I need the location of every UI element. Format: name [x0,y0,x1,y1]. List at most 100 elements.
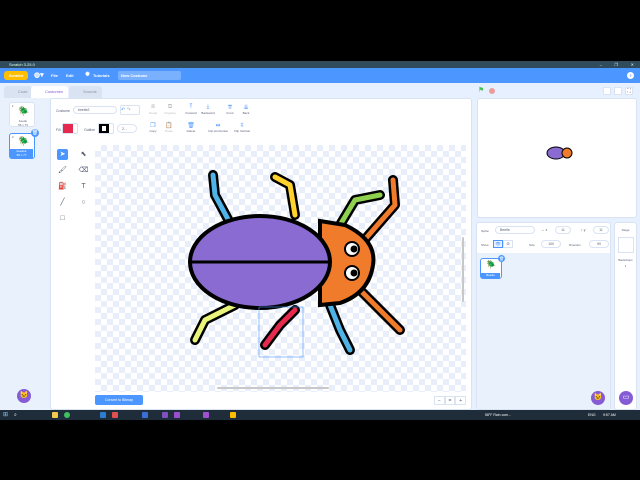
beetle-thumbnail: 🪲 [18,136,30,146]
minimize-button[interactable]: – [600,61,602,68]
choose-sprite-button[interactable]: 🐱 [591,391,605,405]
beetle-drawing [188,170,464,389]
flip-horizontal-button[interactable]: ⇹ Flip Horizontal [205,122,231,133]
menu-edit[interactable]: Edit [66,73,74,78]
outline-width-input[interactable]: 2... [117,124,137,133]
sprite-item[interactable]: 🪲 Beetle 🗑 [480,255,505,279]
eraser-tool[interactable]: ⌫ [78,165,89,176]
help-icon[interactable]: ? [627,72,634,79]
tab-label: Sounds [83,89,97,94]
weather[interactable]: 58°F Rain com... [485,410,511,420]
rectangle-tool[interactable]: □ [57,213,68,224]
clock[interactable]: 9:57 AM [603,410,616,420]
start-icon[interactable]: ⊞ [3,410,8,420]
fill-tool[interactable]: ⛽ [57,181,68,192]
sprite-list: 🪲 Beetle 🗑 🐱 [477,253,610,409]
app-icon[interactable] [142,412,148,418]
costume-size: 56 x 73 [18,123,28,127]
sprite-name: Beetle [481,273,500,278]
group-button[interactable]: ⧈ Group [146,104,160,115]
x-input[interactable]: 11 [555,226,571,234]
brush-tool[interactable]: 🖌 [57,165,68,176]
costume-index: 1 [12,104,14,108]
undo-redo: ↶ ↷ [120,105,140,115]
app-icon[interactable] [112,412,118,418]
stop-icon[interactable] [489,88,495,94]
undo-icon[interactable]: ↶ [121,107,125,113]
tab-sounds[interactable]: Sounds [69,86,102,98]
show-label: Show [481,243,489,247]
backdrop-thumbnail [618,237,634,253]
flip-vertical-button[interactable]: ⇳ Flip Vertical [231,122,253,133]
delete-costume-icon[interactable]: 🗑 [31,129,39,137]
backward-button[interactable]: ⤓ Backward [199,104,217,115]
app-icon[interactable] [100,412,106,418]
tab-costumes[interactable]: Costumes [31,86,68,98]
paste-button[interactable]: 📋 Paste [162,122,176,133]
zoom-in-button[interactable]: + [455,396,467,405]
y-label: ↕ y [581,228,586,232]
zoom-out-button[interactable]: − [434,396,445,405]
convert-to-bitmap-button[interactable]: Convert to Bitmap [95,395,143,405]
circle-tool[interactable]: ○ [78,197,89,208]
green-flag-icon[interactable]: ⚑ [478,87,484,94]
stage[interactable] [477,98,637,218]
language-indicator[interactable]: ENG [588,410,596,420]
delete-sprite-icon[interactable]: 🗑 [498,255,505,262]
choose-costume-button[interactable]: 🐱 [17,389,31,403]
taskbar: ⊞ ⌕ 58°F Rain com... ENG 9:57 AM [0,410,640,420]
window-titlebar: Scratch 3.25.0 – ❐ ✕ [0,61,640,68]
forward-button[interactable]: ⤒ Forward [183,104,199,115]
costume-label: Costume [56,109,71,113]
fill-color-picker[interactable] [62,123,78,134]
app-icon[interactable] [203,412,209,418]
menu-tutorials[interactable]: Tutorials [93,73,110,78]
back-button[interactable]: ⇊ Back [239,104,253,115]
front-button[interactable]: ⇈ Front [223,104,237,115]
show-visible-button[interactable]: 👁 [493,240,503,248]
copy-button[interactable]: ❐ Copy [146,122,160,133]
zoom-controls: − = + [434,396,467,405]
visual-studio-icon[interactable] [162,412,168,418]
delete-button[interactable]: 🗑 Delete [183,122,199,133]
outline-color-picker[interactable] [98,123,114,134]
reshape-tool[interactable]: ⬉ [78,149,89,160]
menu-file[interactable]: File [51,73,58,78]
globe-icon[interactable]: ◍▾ [34,71,44,80]
small-stage-button[interactable] [603,87,611,95]
scratch-logo[interactable]: Scratch [4,71,28,80]
text-tool[interactable]: T [78,181,89,192]
beetle-sprite[interactable] [544,139,576,167]
line-tool[interactable]: ╱ [57,197,68,208]
large-stage-button[interactable] [614,87,622,95]
zoom-reset-button[interactable]: = [444,396,456,405]
lightbulb-icon: ✹ [85,72,91,78]
stage-selector[interactable]: Stage Backdrops 1 ▭ [614,222,637,410]
fullscreen-button[interactable]: ⛶ [625,87,633,95]
tab-code[interactable]: Code [4,86,32,98]
app-icon[interactable] [174,412,180,418]
scratch-taskbar-icon[interactable] [230,412,236,418]
redo-icon[interactable]: ↷ [127,107,131,113]
sprite-label: Sprite [481,229,489,233]
size-input[interactable]: 100 [541,240,561,248]
project-title-input[interactable]: New Costume [118,71,181,80]
chrome-icon[interactable] [64,412,70,418]
select-tool[interactable]: ➤ [57,149,68,160]
paint-canvas[interactable] [95,145,466,392]
costume-item-selected[interactable]: 2 🪲 beetle2 56 x 77 🗑 [9,129,39,159]
search-icon[interactable]: ⌕ [14,410,17,420]
choose-backdrop-button[interactable]: ▭ [619,391,633,405]
close-button[interactable]: ✕ [631,61,634,68]
tab-label: Code [18,89,28,94]
direction-input[interactable]: 90 [589,240,609,248]
file-explorer-icon[interactable] [52,412,58,418]
sprite-name-input[interactable]: Beetle [495,226,535,234]
restore-button[interactable]: ❐ [614,61,618,68]
show-hidden-button[interactable]: ⊘ [503,240,513,248]
costume-item[interactable]: 1 🪲 beetle 56 x 73 [9,102,35,127]
y-input[interactable]: 11 [593,226,609,234]
ungroup-button[interactable]: ⧉ Ungroup [162,104,178,115]
costume-name-input[interactable]: beetle2 [73,106,117,114]
costume-index: 2 [12,135,14,139]
